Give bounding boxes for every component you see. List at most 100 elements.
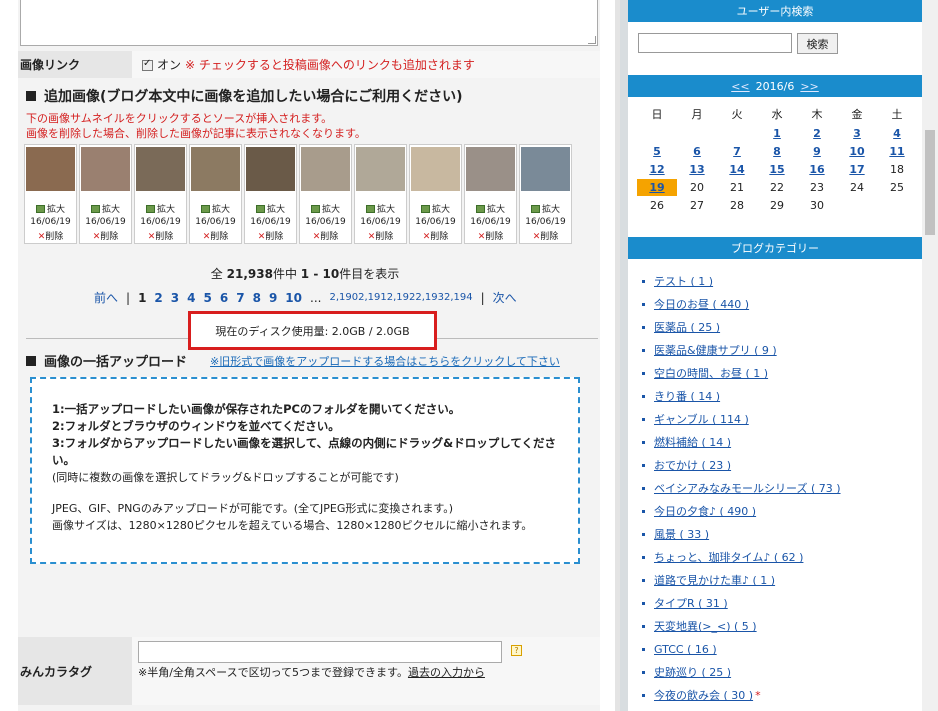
calendar-day-link[interactable]: 15 <box>769 163 784 176</box>
image-thumbnail[interactable]: 拡大 16/06/19 ✕削除 <box>134 144 187 244</box>
category-link[interactable]: ギャンブル ( 114 ) <box>654 408 749 431</box>
image-thumbnail[interactable]: 拡大 16/06/19 ✕削除 <box>464 144 517 244</box>
calendar-day-link[interactable]: 8 <box>773 145 781 158</box>
calendar-day-link[interactable]: 19 <box>637 178 677 196</box>
calendar-day[interactable]: 13 <box>677 163 717 176</box>
delete-link[interactable]: ✕削除 <box>245 229 296 242</box>
image-thumbnail[interactable]: 拡大 16/06/19 ✕削除 <box>189 144 242 244</box>
calendar-day[interactable]: 7 <box>717 145 757 158</box>
minkara-tag-input[interactable] <box>138 641 502 663</box>
category-link[interactable]: テスト ( 1 ) <box>654 270 713 293</box>
calendar-day[interactable]: 19 <box>637 178 677 196</box>
thumbnail-image[interactable] <box>466 147 515 191</box>
calendar-day-link[interactable]: 14 <box>729 163 744 176</box>
calendar-day[interactable]: 9 <box>797 145 837 158</box>
image-thumbnail[interactable]: 拡大 16/06/19 ✕削除 <box>79 144 132 244</box>
search-button[interactable]: 検索 <box>797 33 838 54</box>
pager-page[interactable]: 4 <box>187 291 195 305</box>
calendar-day[interactable]: 12 <box>637 163 677 176</box>
calendar-day[interactable]: 4 <box>877 127 917 140</box>
zoom-link[interactable]: 拡大 <box>135 202 186 215</box>
thumbnail-image[interactable] <box>136 147 185 191</box>
calendar-day-link[interactable]: 2 <box>813 127 821 140</box>
search-input[interactable] <box>638 33 792 53</box>
category-link[interactable]: 今日の夕食♪ ( 490 ) <box>654 500 756 523</box>
thumbnail-image[interactable] <box>26 147 75 191</box>
thumbnail-image[interactable] <box>521 147 570 191</box>
calendar-day-link[interactable]: 5 <box>653 145 661 158</box>
category-link[interactable]: 今夜の飲み会 ( 30 ) <box>654 684 753 707</box>
calendar-day-link[interactable]: 6 <box>693 145 701 158</box>
calendar-next[interactable]: >> <box>800 80 818 93</box>
history-link[interactable]: 過去の入力から <box>408 666 485 679</box>
zoom-link[interactable]: 拡大 <box>355 202 406 215</box>
pager-next[interactable]: 次へ <box>493 289 517 306</box>
pager-page[interactable]: 10 <box>285 291 302 305</box>
help-icon[interactable]: ? <box>511 645 522 656</box>
calendar-day[interactable]: 1 <box>757 127 797 140</box>
delete-link[interactable]: ✕削除 <box>410 229 461 242</box>
delete-link[interactable]: ✕削除 <box>190 229 241 242</box>
category-link[interactable]: 史跡巡り ( 25 ) <box>654 661 731 684</box>
calendar-day-link[interactable]: 1 <box>773 127 781 140</box>
calendar-day-link[interactable]: 7 <box>733 145 741 158</box>
legacy-upload-link[interactable]: ※旧形式で画像をアップロードする場合はこちらをクリックして下さい <box>210 353 560 369</box>
scrollbar-thumb[interactable] <box>925 130 935 235</box>
calendar-prev[interactable]: << <box>731 80 749 93</box>
pager-page[interactable]: 6 <box>220 291 228 305</box>
calendar-day-link[interactable]: 3 <box>853 127 861 140</box>
pager-page[interactable]: 8 <box>253 291 261 305</box>
image-thumbnail[interactable]: 拡大 16/06/19 ✕削除 <box>519 144 572 244</box>
thumbnail-image[interactable] <box>246 147 295 191</box>
delete-link[interactable]: ✕削除 <box>300 229 351 242</box>
category-link[interactable]: タイプR ( 31 ) <box>654 592 728 615</box>
zoom-link[interactable]: 拡大 <box>410 202 461 215</box>
thumbnail-image[interactable] <box>81 147 130 191</box>
calendar-day[interactable]: 2 <box>797 127 837 140</box>
category-link[interactable]: 今日のお昼 ( 440 ) <box>654 293 749 316</box>
category-link[interactable]: 風景 ( 33 ) <box>654 523 709 546</box>
category-link[interactable]: ちょっと、珈琲タイム♪ ( 62 ) <box>654 546 803 569</box>
image-thumbnail[interactable]: 拡大 16/06/19 ✕削除 <box>354 144 407 244</box>
calendar-day[interactable]: 11 <box>877 145 917 158</box>
body-textarea[interactable] <box>20 0 598 46</box>
drop-zone[interactable]: 1:一括アップロードしたい画像が保存されたPCのフォルダを開いてください。 2:… <box>30 377 580 564</box>
calendar-day[interactable]: 3 <box>837 127 877 140</box>
pager-prev[interactable]: 前へ <box>94 289 118 306</box>
calendar-day-link[interactable]: 13 <box>689 163 704 176</box>
image-thumbnail[interactable]: 拡大 16/06/19 ✕削除 <box>299 144 352 244</box>
category-link[interactable]: きり番 ( 14 ) <box>654 385 720 408</box>
pager-page[interactable]: 2 <box>154 291 162 305</box>
calendar-day-link[interactable]: 4 <box>893 127 901 140</box>
thumbnail-image[interactable] <box>411 147 460 191</box>
category-link[interactable]: 空白の時間、お昼 ( 1 ) <box>654 362 768 385</box>
pager-page[interactable]: 7 <box>236 291 244 305</box>
category-link[interactable]: 天変地異(>_<) ( 5 ) <box>654 615 757 638</box>
category-link[interactable]: GTCC ( 16 ) <box>654 638 717 661</box>
calendar-day-link[interactable]: 17 <box>849 163 864 176</box>
delete-link[interactable]: ✕削除 <box>25 229 76 242</box>
category-link[interactable]: ベイシアみなみモールシリーズ ( 73 ) <box>654 477 841 500</box>
delete-link[interactable]: ✕削除 <box>520 229 571 242</box>
delete-link[interactable]: ✕削除 <box>355 229 406 242</box>
image-thumbnail[interactable]: 拡大 16/06/19 ✕削除 <box>24 144 77 244</box>
category-link[interactable]: おでかけ ( 23 ) <box>654 454 731 477</box>
delete-link[interactable]: ✕削除 <box>465 229 516 242</box>
pager-page[interactable]: 9 <box>269 291 277 305</box>
pager-far-pages[interactable]: 2,1902,1912,1922,1932,194 <box>329 292 472 303</box>
category-link[interactable]: 道路で見かけた車♪ ( 1 ) <box>654 569 775 592</box>
category-link[interactable]: 医薬品 ( 25 ) <box>654 316 720 339</box>
calendar-day-link[interactable]: 11 <box>889 145 904 158</box>
calendar-day[interactable]: 5 <box>637 145 677 158</box>
calendar-day[interactable]: 6 <box>677 145 717 158</box>
calendar-day-link[interactable]: 12 <box>649 163 664 176</box>
zoom-link[interactable]: 拡大 <box>520 202 571 215</box>
thumbnail-image[interactable] <box>191 147 240 191</box>
delete-link[interactable]: ✕削除 <box>80 229 131 242</box>
calendar-day[interactable]: 14 <box>717 163 757 176</box>
category-link[interactable]: 医薬品&健康サプリ ( 9 ) <box>654 339 777 362</box>
calendar-day[interactable]: 16 <box>797 163 837 176</box>
calendar-day[interactable]: 17 <box>837 163 877 176</box>
calendar-day[interactable]: 15 <box>757 163 797 176</box>
calendar-day-link[interactable]: 10 <box>849 145 864 158</box>
